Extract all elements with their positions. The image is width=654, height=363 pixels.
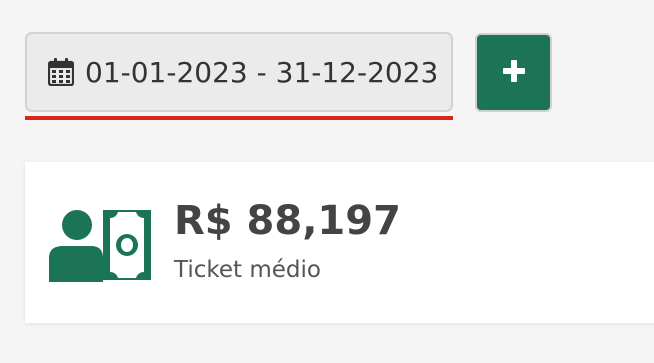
date-range-text: 01-01-2023 - 31-12-2023	[85, 55, 439, 89]
kpi-card-ticket-medio: R$ 88,197 Ticket médio	[25, 162, 654, 323]
calendar-icon	[47, 57, 75, 87]
date-range-picker[interactable]: 01-01-2023 - 31-12-2023	[25, 32, 453, 112]
kpi-label: Ticket médio	[174, 257, 321, 283]
dashboard-page: 01-01-2023 - 31-12-2023 R$ 88,197 Ticket…	[0, 0, 654, 363]
person-money-icon	[49, 208, 151, 282]
kpi-value: R$ 88,197	[174, 198, 401, 244]
add-button[interactable]	[475, 33, 552, 112]
plus-icon	[502, 59, 526, 87]
active-filter-underline	[25, 116, 453, 120]
